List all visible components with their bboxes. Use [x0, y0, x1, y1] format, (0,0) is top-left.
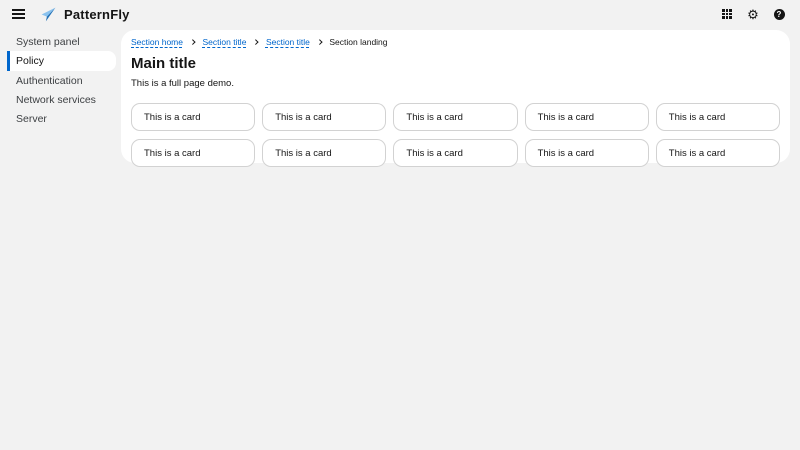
page-description: This is a full page demo. — [131, 78, 234, 89]
card-text: This is a card — [406, 147, 463, 159]
masthead-toolbar: ⚙ ? — [718, 5, 788, 23]
card-text: This is a card — [537, 111, 595, 123]
card: This is a card — [262, 139, 387, 167]
card: This is a card — [524, 103, 649, 131]
card-text: This is a card — [668, 111, 726, 123]
sidebar-item-system-panel[interactable]: System panel — [0, 32, 121, 51]
card: This is a card — [655, 139, 780, 167]
page-title: Main title — [131, 55, 197, 72]
content-panel: Section home Section title Section title Se… — [121, 30, 790, 167]
breadcrumb-current: Section landing — [329, 37, 388, 47]
card-text: This is a card — [406, 111, 463, 123]
breadcrumb-link[interactable]: Section title — [202, 37, 246, 47]
breadcrumb-chevron-icon — [190, 39, 196, 45]
apps-grid-icon[interactable] — [718, 5, 736, 23]
breadcrumb-link[interactable]: Section home — [131, 37, 183, 47]
sidebar-item-authentication[interactable]: Authentication — [0, 71, 121, 90]
card-text: This is a card — [537, 147, 595, 159]
breadcrumb-link[interactable]: Section title — [266, 37, 310, 47]
sidebar-item-server[interactable]: Server — [0, 109, 121, 128]
card: This is a card — [524, 139, 649, 167]
card: This is a card — [131, 139, 256, 167]
breadcrumb: Section home Section title Section title Se… — [131, 37, 780, 47]
apps-grid-glyph — [722, 9, 732, 19]
card: This is a card — [131, 103, 256, 131]
card-text: This is a card — [144, 147, 201, 159]
settings-gear-icon[interactable]: ⚙ — [744, 5, 762, 23]
sidebar-item-network-services[interactable]: Network services — [0, 90, 121, 109]
card: This is a card — [262, 103, 387, 131]
card: This is a card — [393, 139, 518, 167]
card: This is a card — [393, 103, 518, 131]
question-circle-glyph: ? — [773, 8, 785, 20]
patternfly-logo-icon — [40, 6, 57, 23]
sidebar-item-policy[interactable]: Policy — [7, 51, 116, 71]
masthead: PatternFly ⚙ ? — [0, 0, 800, 28]
hamburger-menu-icon[interactable] — [8, 3, 30, 25]
brand-name: PatternFly — [64, 6, 130, 22]
sidebar: System panel Policy Authentication Network … — [0, 28, 121, 450]
card-text: This is a card — [668, 147, 726, 159]
card-text: This is a card — [275, 111, 332, 123]
breadcrumb-chevron-icon — [253, 39, 259, 45]
card: This is a card — [655, 103, 780, 131]
help-icon[interactable]: ? — [770, 5, 788, 23]
card-text: This is a card — [144, 111, 201, 123]
cards-grid: This is a card This is a card This is a ca… — [131, 103, 780, 167]
breadcrumb-chevron-icon — [317, 39, 323, 45]
brand[interactable]: PatternFly — [40, 6, 130, 23]
gear-glyph: ⚙ — [747, 6, 759, 22]
card-text: This is a card — [275, 147, 332, 159]
